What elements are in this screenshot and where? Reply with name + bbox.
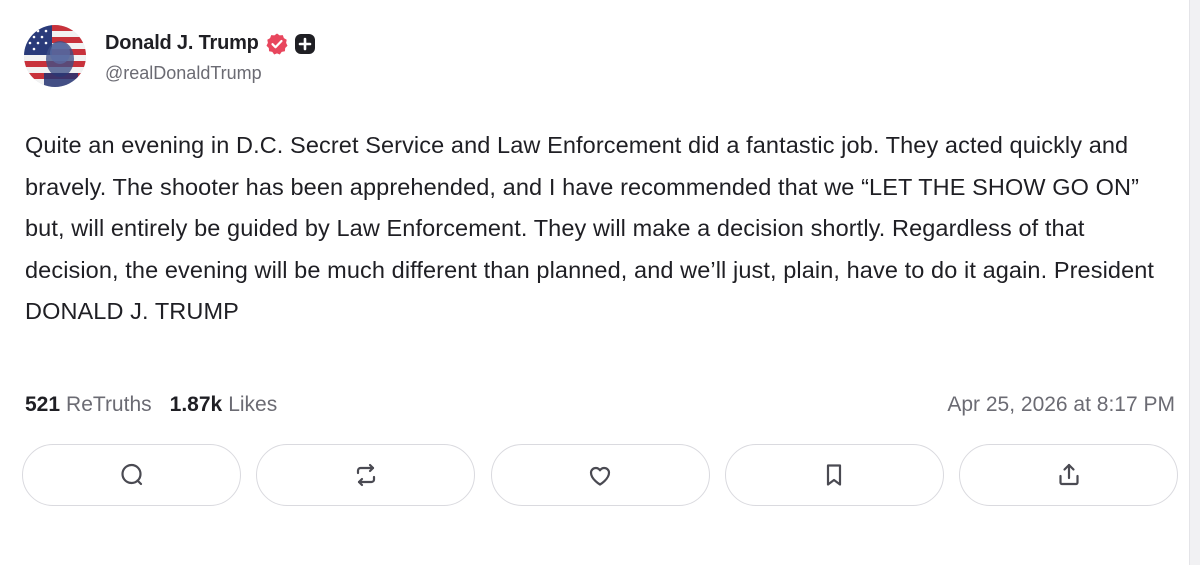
post-timestamp[interactable]: Apr 25, 2026 at 8:17 PM: [947, 390, 1175, 420]
retruth-button[interactable]: [256, 444, 476, 506]
post-stats: 521 ReTruths 1.87k Likes: [25, 390, 277, 420]
post-header: Donald J. Trump @realDonaldTrump: [24, 24, 316, 88]
scrollbar[interactable]: [1189, 0, 1200, 565]
bookmark-button[interactable]: [724, 444, 944, 506]
share-icon: [1058, 463, 1079, 486]
display-name[interactable]: Donald J. Trump: [105, 32, 259, 55]
likes-count: 1.87k: [169, 393, 223, 416]
reply-button[interactable]: [22, 444, 241, 506]
plus-badge-icon: [294, 33, 316, 55]
post-text: Quite an evening in D.C. Secret Service …: [25, 132, 1155, 324]
bookmark-icon: [827, 464, 842, 486]
user-handle[interactable]: @realDonaldTrump: [105, 63, 316, 84]
retruths-count: 521: [25, 393, 61, 416]
likes-stat[interactable]: 1.87k Likes: [170, 393, 278, 417]
avatar-portrait-icon: [24, 25, 86, 87]
verified-badge-icon: [265, 32, 289, 56]
retruths-label: ReTruths: [66, 393, 152, 416]
reply-icon: [120, 463, 142, 486]
action-bar: [22, 444, 1178, 506]
retruth-icon: [356, 463, 375, 487]
likes-label: Likes: [228, 393, 278, 416]
like-button[interactable]: [490, 444, 710, 506]
like-icon: [589, 466, 611, 486]
avatar[interactable]: [24, 25, 86, 87]
retruths-stat[interactable]: 521 ReTruths: [25, 393, 152, 417]
share-button[interactable]: [959, 444, 1178, 506]
